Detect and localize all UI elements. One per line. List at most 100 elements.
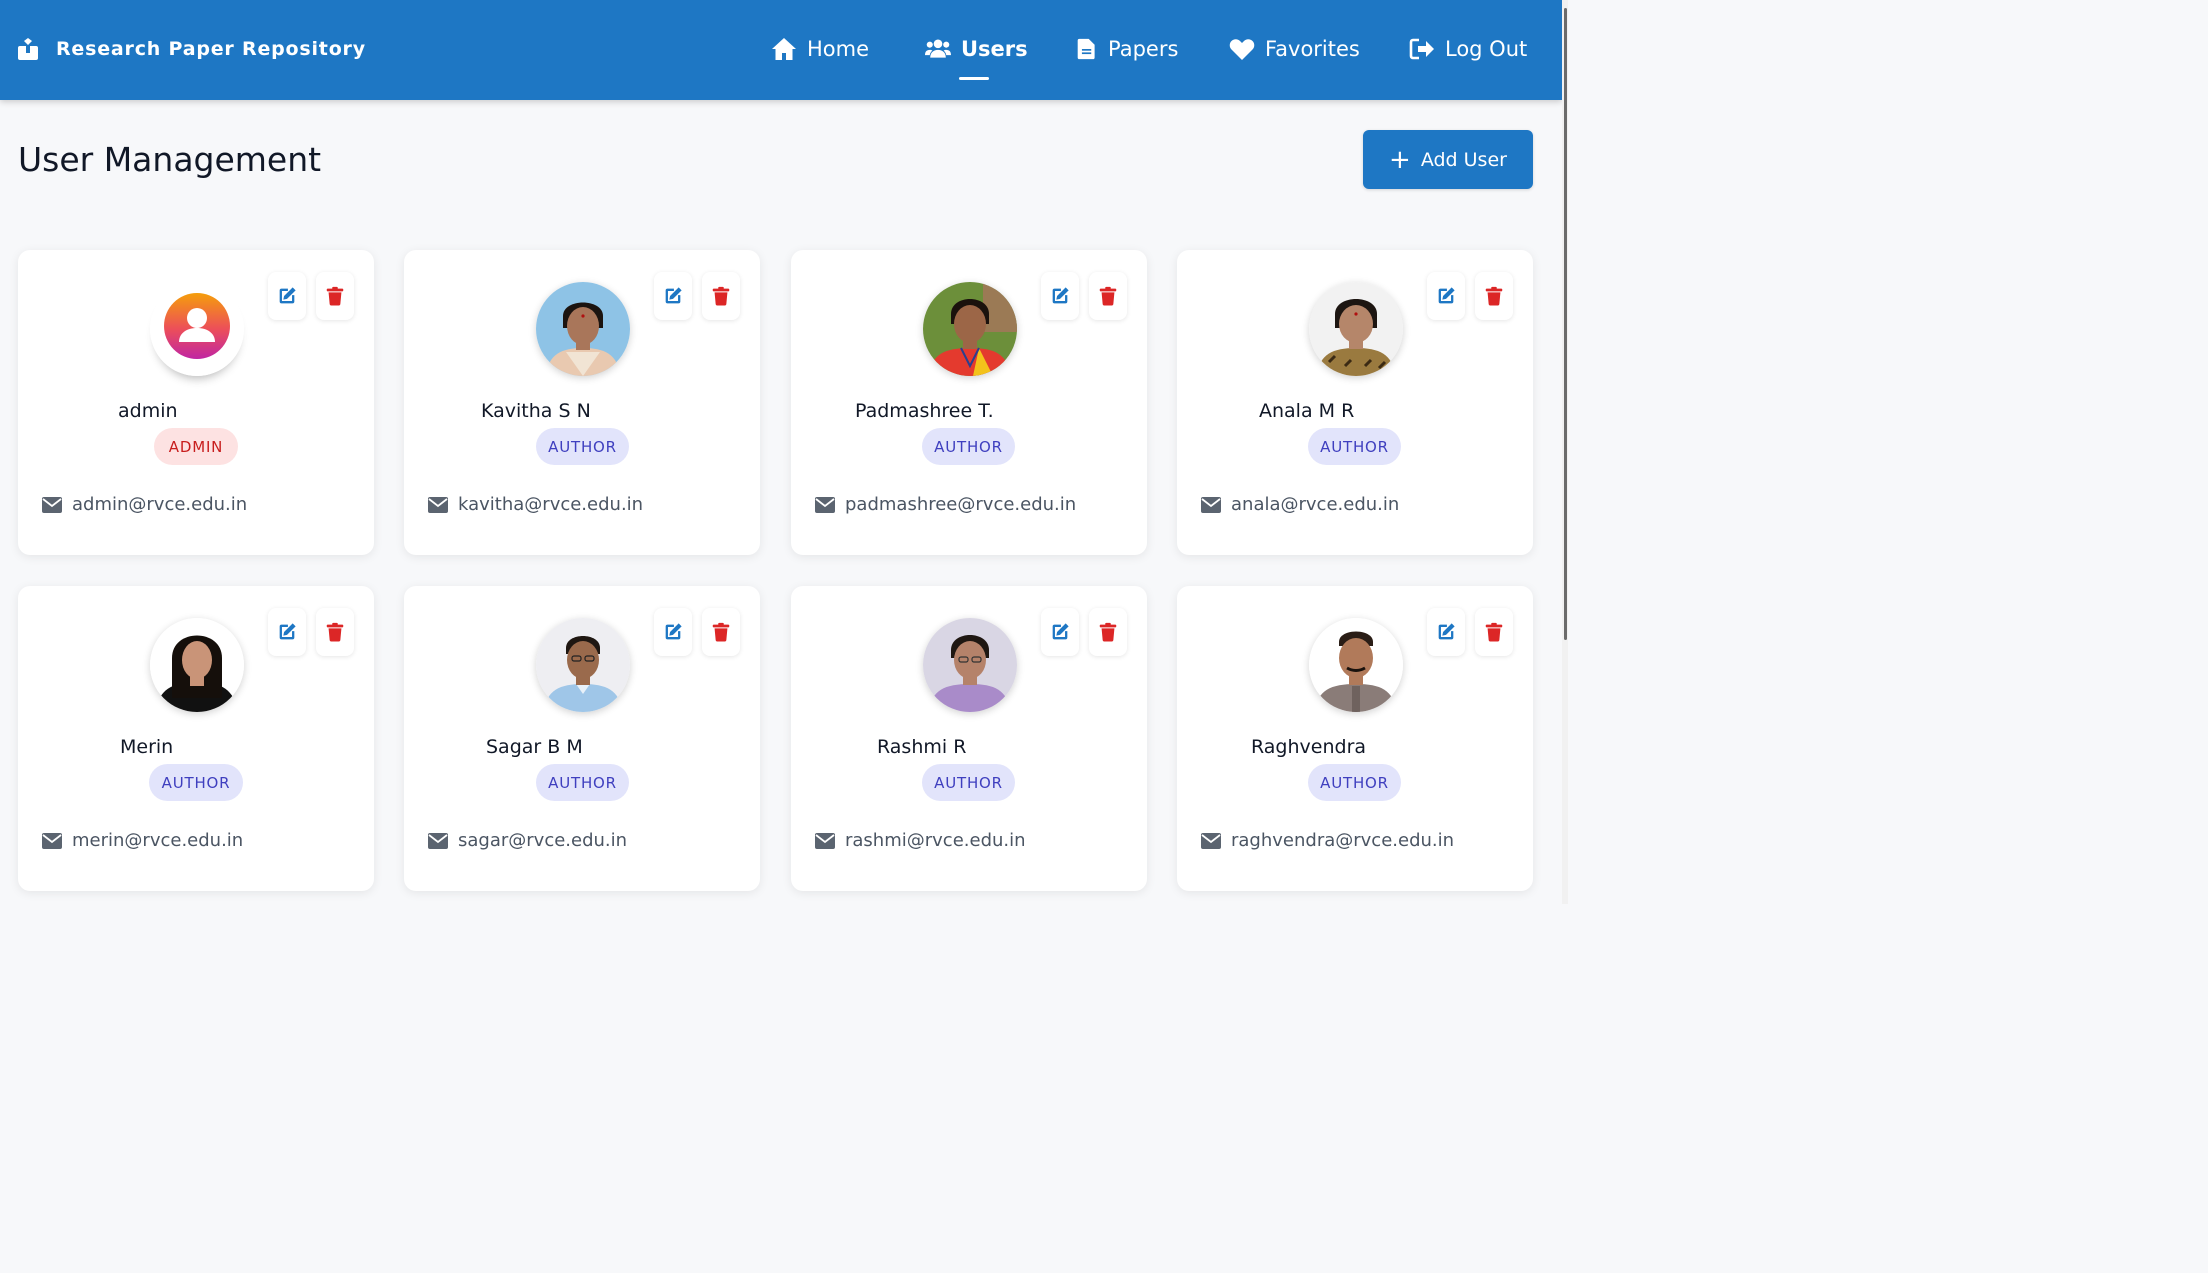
delete-button[interactable]: [1475, 272, 1513, 320]
brand[interactable]: Research Paper Repository: [16, 34, 366, 64]
user-card: Rashmi R AUTHOR rashmi@rvce.edu.in: [791, 586, 1147, 891]
top-navbar: Research Paper Repository Home Users Pap…: [0, 0, 1562, 100]
avatar: [536, 282, 630, 376]
profile-photo: [1309, 282, 1403, 376]
role-badge: AUTHOR: [536, 428, 629, 465]
email-row: sagar@rvce.edu.in: [428, 830, 627, 851]
edit-icon: [276, 621, 298, 643]
email-row: kavitha@rvce.edu.in: [428, 494, 643, 515]
user-name: Padmashree T.: [855, 400, 994, 422]
envelope-icon: [428, 833, 448, 849]
role-badge: ADMIN: [154, 428, 238, 465]
user-card: Padmashree T. AUTHOR padmashree@rvce.edu…: [791, 250, 1147, 555]
nav-users-label: Users: [961, 37, 1028, 61]
profile-photo: [923, 282, 1017, 376]
user-name: admin: [118, 400, 178, 422]
user-email: admin@rvce.edu.in: [72, 494, 248, 515]
nav-logout[interactable]: Log Out: [1409, 32, 1527, 66]
role-badge: AUTHOR: [1308, 428, 1401, 465]
edit-icon: [1435, 285, 1457, 307]
delete-button[interactable]: [702, 272, 740, 320]
trash-icon: [324, 621, 346, 643]
edit-icon: [1435, 621, 1457, 643]
role-badge: AUTHOR: [1308, 764, 1401, 801]
delete-button[interactable]: [316, 272, 354, 320]
role-badge: AUTHOR: [536, 764, 629, 801]
delete-button[interactable]: [1475, 608, 1513, 656]
nav-papers-label: Papers: [1108, 37, 1179, 61]
plus-icon: +: [1389, 144, 1411, 175]
edit-icon: [662, 621, 684, 643]
edit-icon: [662, 285, 684, 307]
edit-icon: [1049, 621, 1071, 643]
home-icon: [772, 38, 796, 60]
user-card: admin ADMIN admin@rvce.edu.in: [18, 250, 374, 555]
delete-button[interactable]: [702, 608, 740, 656]
nav-favorites[interactable]: Favorites: [1229, 32, 1360, 66]
users-icon: [925, 39, 951, 58]
trash-icon: [710, 621, 732, 643]
trash-icon: [710, 285, 732, 307]
email-row: raghvendra@rvce.edu.in: [1201, 830, 1454, 851]
default-user-icon: [150, 282, 244, 376]
envelope-icon: [815, 497, 835, 513]
envelope-icon: [42, 497, 62, 513]
user-email: raghvendra@rvce.edu.in: [1231, 830, 1455, 851]
profile-photo: [536, 618, 630, 712]
scrollbar-thumb[interactable]: [1564, 8, 1567, 640]
envelope-icon: [1201, 497, 1221, 513]
nav-papers[interactable]: Papers: [1076, 32, 1178, 66]
user-email: merin@rvce.edu.in: [72, 830, 244, 851]
trash-icon: [1483, 285, 1505, 307]
envelope-icon: [815, 833, 835, 849]
email-row: anala@rvce.edu.in: [1201, 494, 1399, 515]
edit-button[interactable]: [1427, 272, 1465, 320]
user-email: sagar@rvce.edu.in: [458, 830, 628, 851]
edit-button[interactable]: [1427, 608, 1465, 656]
nav-home[interactable]: Home: [771, 32, 869, 66]
avatar: [1309, 618, 1403, 712]
delete-button[interactable]: [1089, 272, 1127, 320]
role-badge: AUTHOR: [922, 428, 1015, 465]
user-tie-icon: [18, 38, 38, 60]
trash-icon: [1097, 621, 1119, 643]
user-email: kavitha@rvce.edu.in: [458, 494, 644, 515]
trash-icon: [1097, 285, 1119, 307]
nav-logout-label: Log Out: [1445, 37, 1528, 61]
edit-button[interactable]: [1041, 608, 1079, 656]
file-icon: [1077, 38, 1095, 60]
user-card: Merin AUTHOR merin@rvce.edu.in: [18, 586, 374, 891]
role-badge: AUTHOR: [149, 764, 243, 801]
email-row: rashmi@rvce.edu.in: [815, 830, 1026, 851]
edit-button[interactable]: [654, 608, 692, 656]
add-user-button[interactable]: + Add User: [1363, 130, 1533, 189]
profile-photo: [923, 618, 1017, 712]
avatar: [923, 282, 1017, 376]
edit-button[interactable]: [1041, 272, 1079, 320]
envelope-icon: [42, 833, 62, 849]
user-name: Merin: [120, 736, 174, 758]
nav-users[interactable]: Users: [925, 32, 1028, 66]
email-row: merin@rvce.edu.in: [42, 830, 243, 851]
edit-button[interactable]: [268, 608, 306, 656]
edit-button[interactable]: [268, 272, 306, 320]
avatar: [150, 618, 244, 712]
user-name: Raghvendra: [1251, 736, 1367, 758]
edit-button[interactable]: [654, 272, 692, 320]
envelope-icon: [428, 497, 448, 513]
app-title: Research Paper Repository: [56, 38, 366, 60]
user-name: Anala M R: [1259, 400, 1355, 422]
user-email: rashmi@rvce.edu.in: [845, 830, 1026, 851]
delete-button[interactable]: [1089, 608, 1127, 656]
user-card: Anala M R AUTHOR anala@rvce.edu.in: [1177, 250, 1533, 555]
user-name: Kavitha S N: [481, 400, 591, 422]
sign-out-icon: [1409, 38, 1434, 60]
email-row: admin@rvce.edu.in: [42, 494, 247, 515]
delete-button[interactable]: [316, 608, 354, 656]
page-title: User Management: [18, 140, 322, 179]
avatar: [923, 618, 1017, 712]
add-user-label: Add User: [1420, 148, 1507, 171]
avatar: [1309, 282, 1403, 376]
active-tab-indicator: [959, 77, 989, 80]
heart-icon: [1229, 39, 1255, 60]
